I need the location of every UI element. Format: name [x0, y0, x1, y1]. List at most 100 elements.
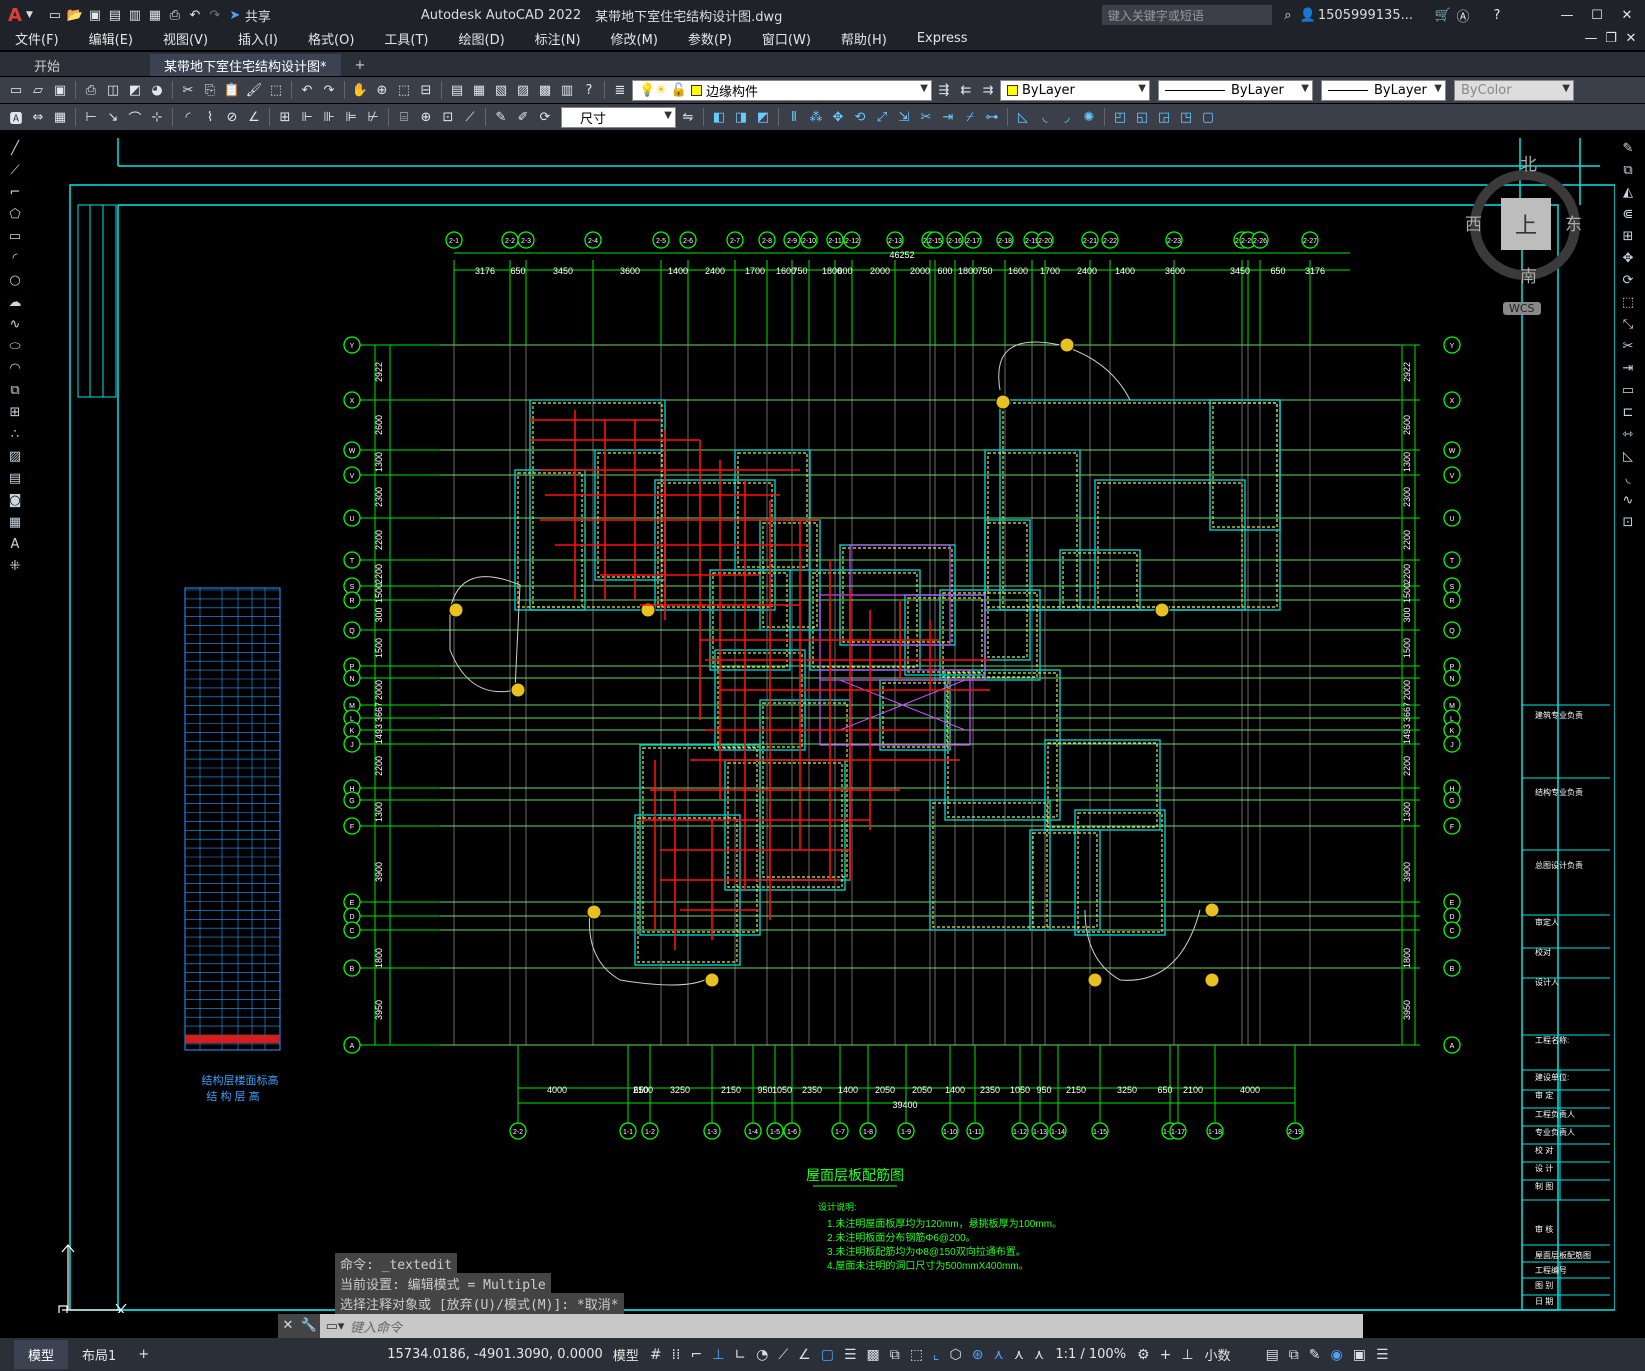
make-current-layer-icon[interactable]: ⇶: [934, 80, 954, 100]
bring-front-icon[interactable]: ◱: [1132, 107, 1152, 127]
close-icon[interactable]: ✕: [1617, 5, 1637, 25]
search-input[interactable]: 键入关键字或短语: [1101, 5, 1272, 25]
join-icon[interactable]: ⇿: [1617, 424, 1639, 445]
fillet-icon[interactable]: ◟: [1035, 107, 1055, 127]
chamfer-icon[interactable]: ◺: [1013, 107, 1033, 127]
menu-help[interactable]: 帮助(H): [826, 29, 902, 48]
cart-icon[interactable]: 🛒: [1433, 5, 1453, 25]
osnap-tracking-icon[interactable]: ∠: [793, 1347, 816, 1363]
circle-icon[interactable]: ○: [4, 270, 26, 291]
explode-icon[interactable]: ✺: [1079, 107, 1099, 127]
tab-start[interactable]: 开始: [20, 54, 150, 76]
save-icon[interactable]: ▣: [85, 5, 105, 25]
3d-osnap-icon[interactable]: ⬚: [905, 1347, 928, 1363]
trim-icon[interactable]: ✂: [1617, 336, 1639, 357]
autocad-logo-icon[interactable]: A: [8, 5, 22, 26]
aligned-dim-icon[interactable]: ↘: [103, 107, 123, 127]
dim-edit-icon[interactable]: ✎: [491, 107, 511, 127]
region-icon[interactable]: ◙: [4, 490, 26, 511]
command-close-icon[interactable]: ✕: [278, 1314, 298, 1338]
make-block-icon[interactable]: ⊞: [4, 402, 26, 423]
jogged-dim-icon[interactable]: ⌇: [200, 107, 220, 127]
new-tab-plus-icon[interactable]: +: [341, 54, 380, 76]
isolate-objects-icon[interactable]: ✎: [1304, 1347, 1326, 1363]
undo-icon[interactable]: ↶: [185, 5, 205, 25]
send-back-icon[interactable]: ◲: [1154, 107, 1174, 127]
compass-west[interactable]: 西: [1465, 210, 1482, 235]
scale-icon[interactable]: ⬚: [1617, 292, 1639, 313]
doc-minimize-icon[interactable]: —: [1581, 28, 1601, 48]
command-recent-icon[interactable]: ▭▾: [320, 1319, 350, 1334]
menu-tools[interactable]: 工具(T): [369, 29, 443, 48]
new-icon[interactable]: ▭: [6, 80, 26, 100]
menu-parametric[interactable]: 参数(P): [673, 29, 747, 48]
doc-close-icon[interactable]: ✕: [1621, 28, 1641, 48]
break-icon[interactable]: ⊏: [1617, 402, 1639, 423]
linetype-dropdown[interactable]: ByLayer ▼: [1158, 79, 1313, 101]
help-icon[interactable]: ?: [1487, 5, 1507, 25]
open-icon[interactable]: 📂: [65, 5, 85, 25]
layer-state-icon[interactable]: ⇉: [978, 80, 998, 100]
web-save-icon[interactable]: ▦: [145, 5, 165, 25]
extend-icon[interactable]: ⇥: [938, 107, 958, 127]
ellipse-arc-icon[interactable]: ◠: [4, 358, 26, 379]
erase-icon[interactable]: ◧: [709, 107, 729, 127]
rectangle-icon[interactable]: ▭: [4, 226, 26, 247]
selection-filter-icon[interactable]: ⬡: [945, 1347, 967, 1363]
mirror-icon[interactable]: ◩: [753, 107, 773, 127]
search-icon[interactable]: ⌕: [1278, 5, 1298, 25]
arc-length-icon[interactable]: ⌒: [125, 107, 145, 127]
insert-block-icon[interactable]: ⧉: [4, 380, 26, 401]
gizmo-icon[interactable]: ⊛: [967, 1347, 989, 1363]
copy-icon[interactable]: ⎘: [200, 80, 220, 100]
tab-layout1[interactable]: 布局1: [68, 1340, 130, 1369]
menu-file[interactable]: 文件(F): [0, 29, 74, 48]
polygon-icon[interactable]: ⬠: [4, 204, 26, 225]
customize-icon[interactable]: ☰: [1371, 1347, 1394, 1363]
offset-icon[interactable]: ⫴: [784, 107, 804, 127]
command-input[interactable]: 键入命令: [350, 1317, 402, 1336]
dynamic-input-icon[interactable]: ⊥: [707, 1347, 729, 1363]
share-button[interactable]: 共享: [245, 6, 271, 25]
calculator-icon[interactable]: ▥: [557, 80, 577, 100]
fillet-icon[interactable]: ◟: [1617, 468, 1639, 489]
auto-scale-icon[interactable]: ⋏: [1009, 1347, 1029, 1363]
doc-restore-icon[interactable]: ❐: [1601, 28, 1621, 48]
osnap-icon[interactable]: ▢: [816, 1347, 839, 1363]
autodesk-a360-icon[interactable]: Ⓐ: [1453, 5, 1473, 25]
cut-icon[interactable]: ✂: [178, 80, 198, 100]
baseline-dim-icon[interactable]: ⊩: [297, 107, 317, 127]
inspection-icon[interactable]: ⊡: [438, 107, 458, 127]
zoom-previous-icon[interactable]: ⊟: [416, 80, 436, 100]
markup-icon[interactable]: ▩: [535, 80, 555, 100]
drawing-canvas[interactable]: 2-1 2-2 2-3 2-4 2-5 2-6 2-7 2-8 2-9 2-10 2-11 2-12 2…: [30, 138, 1616, 1317]
grid-icon[interactable]: #: [645, 1347, 667, 1363]
ellipse-icon[interactable]: ⬭: [4, 336, 26, 357]
trim-icon[interactable]: ✂: [916, 107, 936, 127]
saveas-icon[interactable]: ▤: [105, 5, 125, 25]
compass-north[interactable]: 北: [1520, 150, 1537, 175]
menu-view[interactable]: 视图(V): [148, 29, 223, 48]
clean-screen-icon[interactable]: ▣: [1348, 1347, 1371, 1363]
menu-window[interactable]: 窗口(W): [747, 29, 826, 48]
hatch-icon[interactable]: ▨: [4, 446, 26, 467]
mtext-icon[interactable]: A: [4, 534, 26, 555]
coordinates-display[interactable]: 15734.0186, -4901.3090, 0.0000: [387, 1347, 603, 1362]
table-icon[interactable]: ▦: [4, 512, 26, 533]
viewcube[interactable]: 上 北 南 西 东 WCS: [1465, 150, 1585, 315]
jogged-linear-icon[interactable]: ⟋: [460, 107, 480, 127]
command-customize-icon[interactable]: 🔧: [298, 1314, 320, 1338]
array-icon[interactable]: ⊞: [1617, 226, 1639, 247]
text-style-icon[interactable]: 🅰: [6, 107, 26, 127]
rotate-icon[interactable]: ⟳: [1617, 270, 1639, 291]
menu-modify[interactable]: 修改(M): [596, 29, 673, 48]
command-line[interactable]: ✕ 🔧 ▭▾ 键入命令: [278, 1314, 1363, 1338]
continue-dim-icon[interactable]: ⊪: [319, 107, 339, 127]
publish-icon[interactable]: ◩: [125, 80, 145, 100]
transparency-icon[interactable]: ▩: [862, 1347, 885, 1363]
move-icon[interactable]: ✥: [828, 107, 848, 127]
tab-model[interactable]: 模型: [14, 1340, 69, 1369]
redo-icon[interactable]: ↷: [319, 80, 339, 100]
linear-dim-icon[interactable]: ⊢: [81, 107, 101, 127]
quick-properties-icon[interactable]: ▤: [1261, 1347, 1284, 1363]
